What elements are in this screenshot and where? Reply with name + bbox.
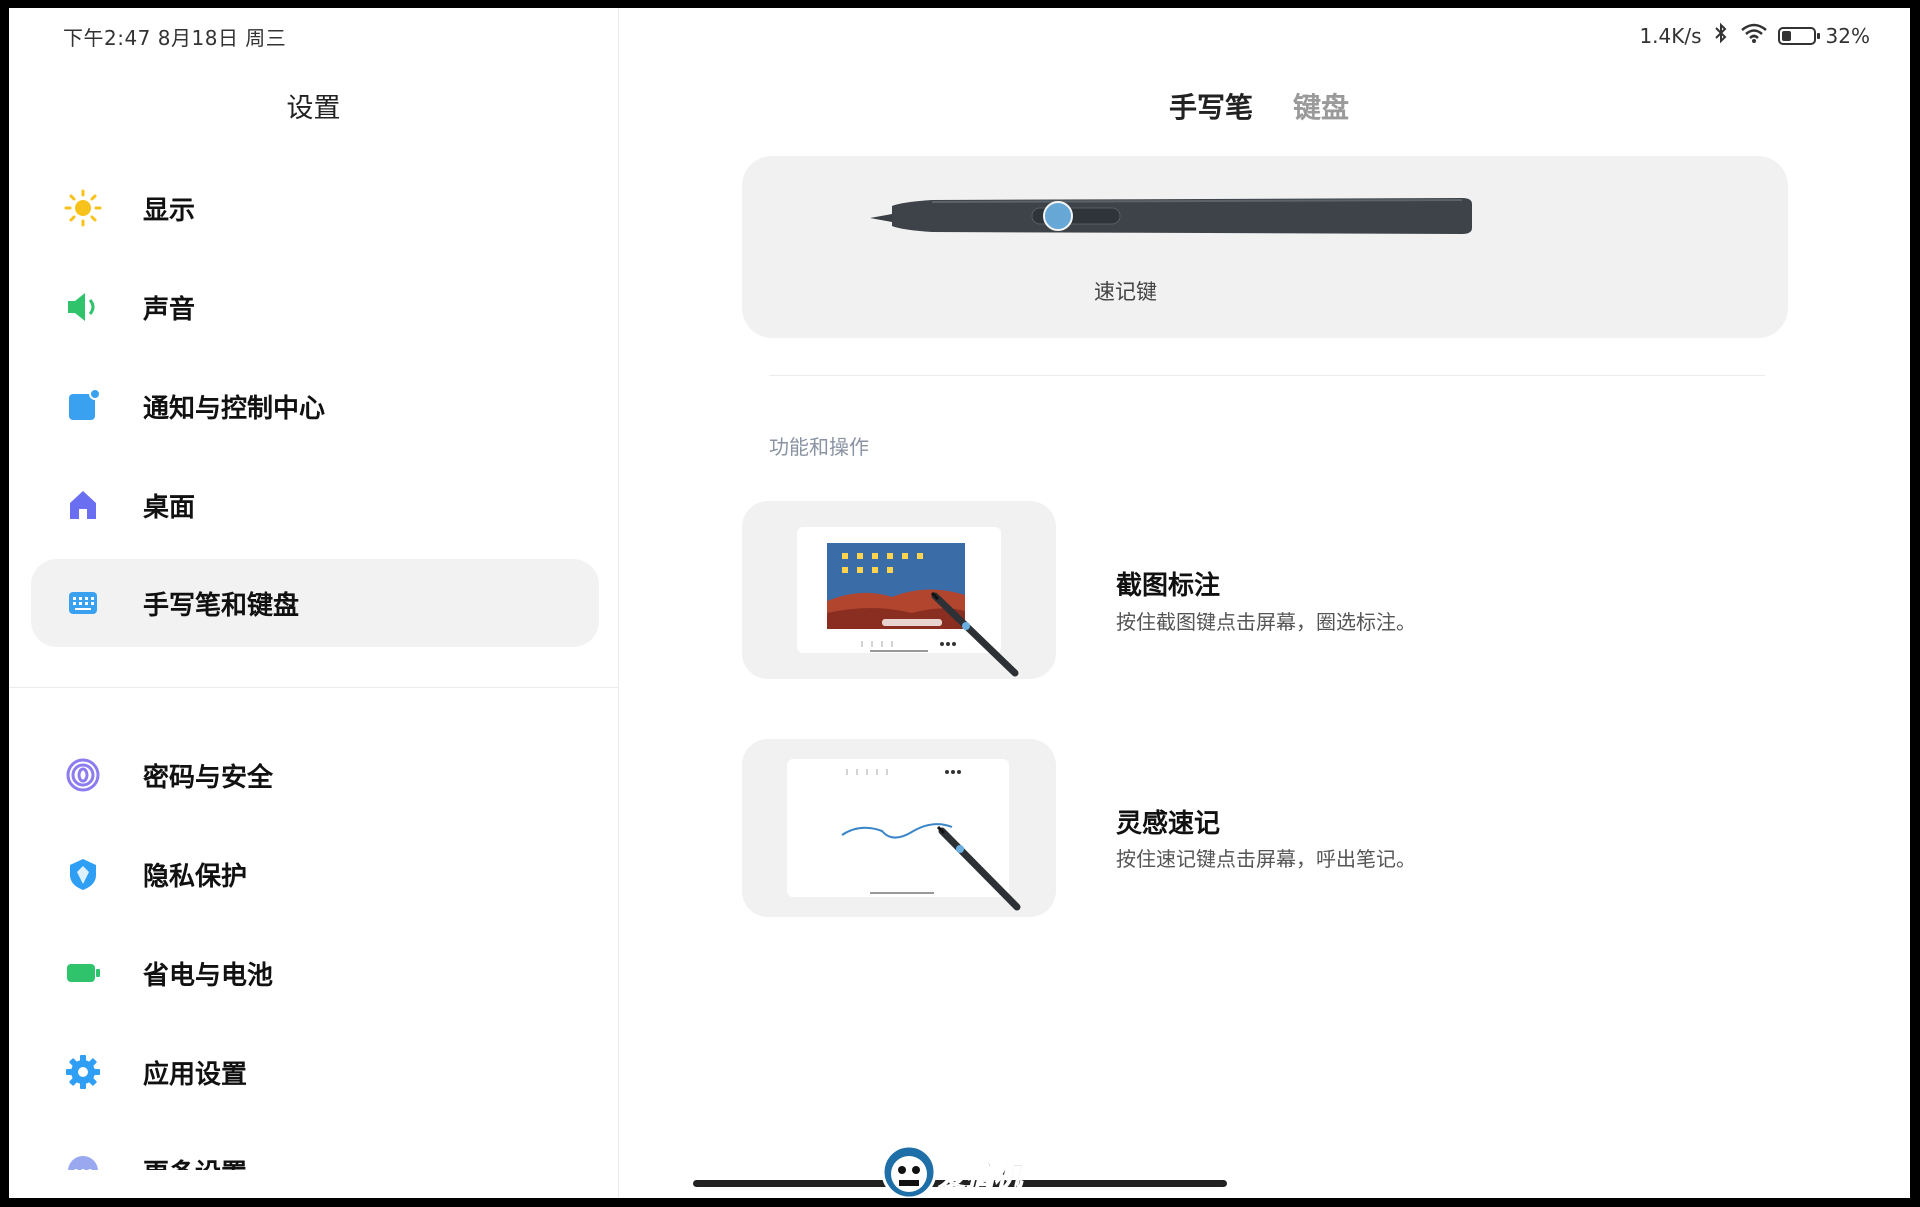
pen-button-label: 速记键 (1094, 280, 1157, 304)
gear-icon (61, 1050, 105, 1094)
status-icons: 1.4K/s 32% (1639, 22, 1870, 49)
net-speed: 1.4K/s (1639, 23, 1702, 48)
feature-screenshot-thumbnail[interactable] (742, 501, 1056, 679)
feature-title: 截图标注 (1116, 571, 1221, 601)
tablet-screen: 下午2:47 8月18日 周三 1.4K/s 32% 设置 显示 声音 通知与控… (9, 8, 1910, 1198)
sidebar-item-label: 密码与安全 (143, 762, 274, 793)
sidebar-item-label: 省电与电池 (143, 960, 274, 991)
sidebar-item-label: 声音 (143, 294, 196, 325)
sidebar-item-display[interactable]: 显示 (31, 164, 599, 252)
feature-description: 按住速记键点击屏幕，呼出笔记。 (1116, 847, 1416, 871)
scroll-fade (9, 1170, 618, 1198)
sidebar-item-label: 手写笔和键盘 (143, 590, 300, 621)
sidebar-item-home[interactable]: 桌面 (31, 461, 599, 549)
shortcut-button-marker (1043, 201, 1073, 231)
battery-status-icon (1777, 26, 1820, 45)
watermark-logo: 爱搞机 (874, 1142, 1054, 1198)
tab-keyboard[interactable]: 键盘 (1293, 86, 1349, 126)
stylus-image (870, 198, 1472, 234)
sidebar-item-apps[interactable]: 应用设置 (31, 1028, 599, 1116)
sidebar-item-sound[interactable]: 声音 (31, 263, 599, 351)
quick-note-illustration (787, 759, 1021, 911)
battery-fill (1781, 30, 1792, 41)
screenshot-annotate-illustration (797, 527, 1019, 677)
aigaoji-watermark: 爱搞机 (881, 1144, 1025, 1198)
sidebar-item-label: 桌面 (143, 492, 196, 523)
sidebar-item-privacy[interactable]: 隐私保护 (31, 830, 599, 918)
notification-icon (61, 384, 105, 428)
feature-quicknote-thumbnail[interactable] (742, 739, 1056, 917)
settings-sidebar: 设置 显示 声音 通知与控制中心 桌面 手写笔和键盘 密码与安全 隐私保护 省电… (9, 8, 619, 1198)
sidebar-item-label: 显示 (143, 195, 196, 226)
tab-stylus[interactable]: 手写笔 (1169, 86, 1253, 126)
sidebar-item-label: 隐私保护 (143, 861, 248, 892)
fingerprint-icon (61, 753, 105, 797)
feature-description: 按住截图键点击屏幕，圈选标注。 (1116, 610, 1416, 634)
sidebar-divider (9, 687, 618, 688)
wifi-icon (1740, 22, 1768, 49)
speaker-icon (61, 285, 105, 329)
watermark-text: 爱搞机 (938, 1160, 1024, 1193)
sidebar-item-security[interactable]: 密码与安全 (31, 731, 599, 819)
battery-percent: 32% (1825, 23, 1870, 48)
feature-title: 灵感速记 (1116, 809, 1221, 839)
home-icon (61, 483, 105, 527)
section-title: 功能和操作 (769, 435, 869, 459)
bluetooth-icon (1712, 22, 1730, 49)
privacy-shield-icon (61, 852, 105, 896)
sidebar-title: 设置 (286, 93, 341, 124)
stylus-preview-card (742, 156, 1788, 338)
keyboard-icon (61, 581, 105, 625)
sidebar-item-label: 应用设置 (143, 1059, 248, 1090)
content-divider (769, 375, 1765, 376)
sidebar-item-stylus-keyboard[interactable]: 手写笔和键盘 (31, 559, 599, 647)
sidebar-item-label: 通知与控制中心 (143, 393, 326, 424)
sidebar-item-battery[interactable]: 省电与电池 (31, 929, 599, 1017)
tab-bar: 手写笔 键盘 (1169, 86, 1349, 126)
sidebar-item-notifications[interactable]: 通知与控制中心 (31, 362, 599, 450)
battery-icon (61, 951, 105, 995)
sun-icon (61, 186, 105, 230)
